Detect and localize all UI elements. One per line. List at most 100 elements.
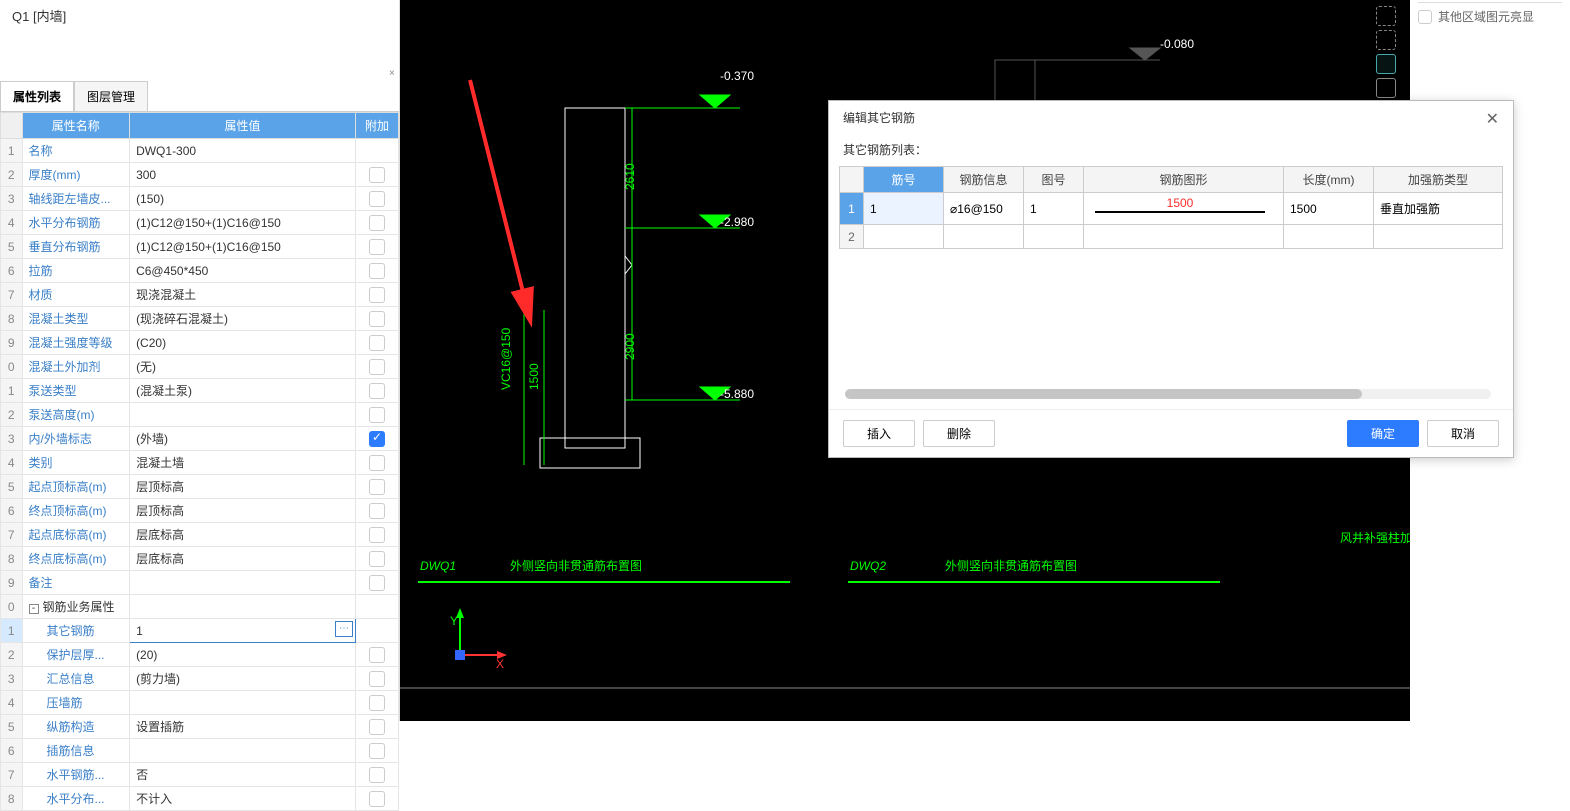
extra-checkbox[interactable]	[369, 455, 385, 471]
extra-checkbox[interactable]	[369, 479, 385, 495]
table-cell[interactable]: 垂直加强筋	[1374, 193, 1503, 225]
col-rebar-info[interactable]: 钢筋信息	[944, 167, 1024, 193]
table-cell[interactable]: ⌀16@150	[944, 193, 1024, 225]
prop-value[interactable]: 层顶标高	[130, 475, 356, 499]
prop-name[interactable]: 起点顶标高(m)	[22, 475, 130, 499]
prop-value[interactable]: (混凝土泵)	[130, 379, 356, 403]
extra-checkbox[interactable]	[369, 263, 385, 279]
prop-name[interactable]: 内/外墙标志	[22, 427, 130, 451]
prop-value[interactable]: (20)	[130, 643, 356, 667]
prop-value[interactable]: C6@450*450	[130, 259, 356, 283]
table-cell[interactable]	[944, 225, 1024, 249]
view-cube-icon[interactable]	[1376, 54, 1396, 74]
prop-value[interactable]: 不计入	[130, 787, 356, 811]
prop-value[interactable]: 现浇混凝土	[130, 283, 356, 307]
prop-name[interactable]: 插筋信息	[22, 739, 130, 763]
prop-value[interactable]	[130, 595, 356, 619]
tab-properties[interactable]: 属性列表	[0, 81, 74, 111]
dialog-scrollbar[interactable]	[845, 389, 1491, 399]
prop-name[interactable]: 备注	[22, 571, 130, 595]
extra-checkbox[interactable]	[369, 191, 385, 207]
prop-name[interactable]: 终点顶标高(m)	[22, 499, 130, 523]
edit-more-icon[interactable]: ⋯	[335, 621, 353, 637]
extra-checkbox[interactable]	[369, 695, 385, 711]
table-cell[interactable]: 1	[1024, 193, 1084, 225]
col-figure[interactable]: 图号	[1024, 167, 1084, 193]
zoom-extents-icon[interactable]	[1376, 30, 1396, 50]
prop-name[interactable]: 汇总信息	[22, 667, 130, 691]
prop-name[interactable]: 混凝土外加剂	[22, 355, 130, 379]
prop-value[interactable]: (无)	[130, 355, 356, 379]
prop-name[interactable]: 名称	[22, 139, 130, 163]
table-cell[interactable]: 1	[864, 193, 944, 225]
prop-value[interactable]: (C20)	[130, 331, 356, 355]
extra-checkbox[interactable]	[369, 215, 385, 231]
extra-checkbox[interactable]	[369, 503, 385, 519]
prop-value[interactable]	[130, 739, 356, 763]
tab-layers[interactable]: 图层管理	[74, 81, 148, 111]
prop-value[interactable]: (1)C12@150+(1)C16@150	[130, 235, 356, 259]
prop-name[interactable]: 材质	[22, 283, 130, 307]
prop-name[interactable]: 混凝土类型	[22, 307, 130, 331]
table-cell[interactable]	[1284, 225, 1374, 249]
table-cell[interactable]	[864, 225, 944, 249]
prop-name[interactable]: 纵筋构造	[22, 715, 130, 739]
prop-name[interactable]: 水平钢筋...	[22, 763, 130, 787]
prop-value[interactable]	[130, 571, 356, 595]
extra-checkbox[interactable]	[369, 287, 385, 303]
prop-value[interactable]	[130, 691, 356, 715]
extra-checkbox[interactable]	[369, 239, 385, 255]
prop-name[interactable]: -钢筋业务属性	[22, 595, 130, 619]
extra-checkbox[interactable]	[369, 767, 385, 783]
prop-name[interactable]: 泵送类型	[22, 379, 130, 403]
prop-value[interactable]: 混凝土墙	[130, 451, 356, 475]
table-cell[interactable]	[1374, 225, 1503, 249]
fit-view-icon[interactable]	[1376, 6, 1396, 26]
col-type[interactable]: 加强筋类型	[1374, 167, 1503, 193]
table-cell[interactable]: 1500	[1284, 193, 1374, 225]
prop-name[interactable]: 垂直分布钢筋	[22, 235, 130, 259]
prop-value[interactable]: (1)C12@150+(1)C16@150	[130, 211, 356, 235]
highlight-checkbox[interactable]	[1418, 10, 1432, 24]
col-rebar-num[interactable]: 筋号	[864, 167, 944, 193]
col-length[interactable]: 长度(mm)	[1284, 167, 1374, 193]
prop-value[interactable]: 层底标高	[130, 523, 356, 547]
extra-checkbox[interactable]	[369, 431, 385, 447]
prop-name[interactable]: 水平分布...	[22, 787, 130, 811]
extra-checkbox[interactable]	[369, 167, 385, 183]
prop-value[interactable]: (现浇碎石混凝土)	[130, 307, 356, 331]
cancel-button[interactable]: 取消	[1427, 420, 1499, 447]
prop-name[interactable]: 起点底标高(m)	[22, 523, 130, 547]
col-shape[interactable]: 钢筋图形	[1084, 167, 1284, 193]
insert-button[interactable]: 插入	[843, 420, 915, 447]
view-menu-icon[interactable]	[1376, 78, 1396, 98]
prop-value[interactable]: 1⋯	[130, 619, 356, 643]
extra-checkbox[interactable]	[369, 647, 385, 663]
extra-checkbox[interactable]	[369, 671, 385, 687]
prop-name[interactable]: 混凝土强度等级	[22, 331, 130, 355]
prop-name[interactable]: 保护层厚...	[22, 643, 130, 667]
prop-value[interactable]: DWQ1-300	[130, 139, 356, 163]
extra-checkbox[interactable]	[369, 743, 385, 759]
panel-close-icon[interactable]: ×	[389, 68, 397, 76]
prop-value[interactable]: 层底标高	[130, 547, 356, 571]
prop-value[interactable]	[130, 403, 356, 427]
prop-name[interactable]: 厚度(mm)	[22, 163, 130, 187]
extra-checkbox[interactable]	[369, 335, 385, 351]
ok-button[interactable]: 确定	[1347, 420, 1419, 447]
extra-checkbox[interactable]	[369, 383, 385, 399]
prop-name[interactable]: 类别	[22, 451, 130, 475]
extra-checkbox[interactable]	[369, 575, 385, 591]
table-cell[interactable]	[1024, 225, 1084, 249]
extra-checkbox[interactable]	[369, 407, 385, 423]
prop-value[interactable]: (剪力墙)	[130, 667, 356, 691]
extra-checkbox[interactable]	[369, 311, 385, 327]
prop-name[interactable]: 终点底标高(m)	[22, 547, 130, 571]
prop-value[interactable]: (150)	[130, 187, 356, 211]
delete-button[interactable]: 删除	[923, 420, 995, 447]
prop-name[interactable]: 压墙筋	[22, 691, 130, 715]
close-icon[interactable]: ✕	[1486, 109, 1499, 129]
prop-name[interactable]: 泵送高度(m)	[22, 403, 130, 427]
extra-checkbox[interactable]	[369, 359, 385, 375]
prop-value[interactable]: 层顶标高	[130, 499, 356, 523]
